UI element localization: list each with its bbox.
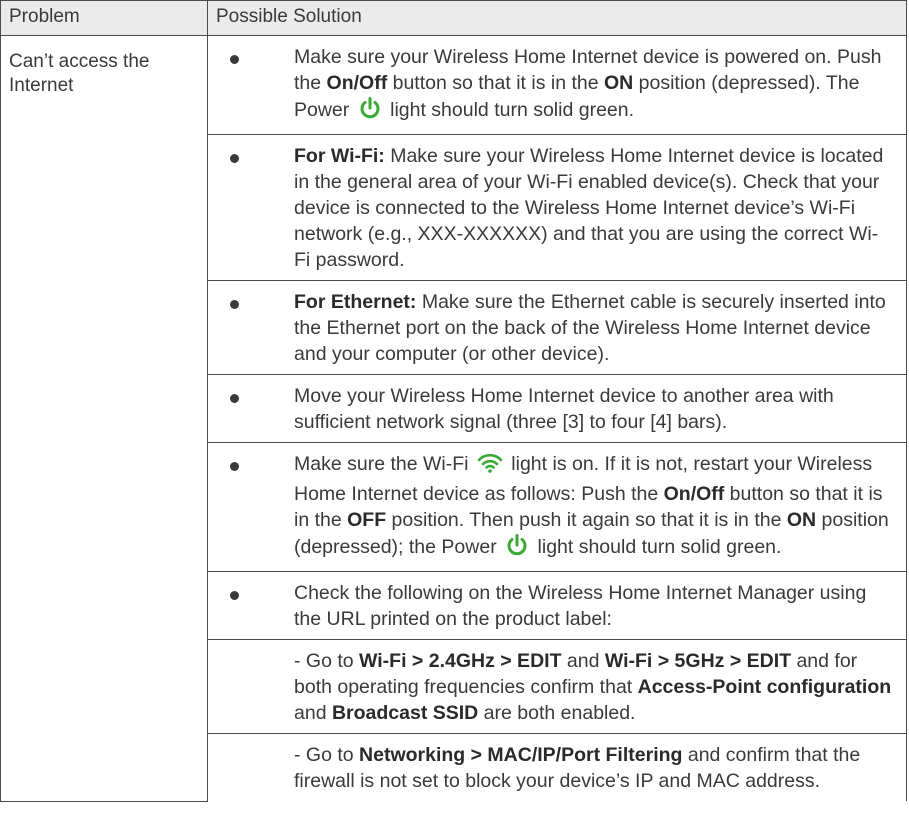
header-problem: Problem <box>0 0 208 36</box>
problem-cell: Can’t access the Internet <box>0 35 208 802</box>
solution-subitem: - Go to Networking > MAC/IP/Port Filteri… <box>208 733 906 801</box>
solution-text: Make sure your Wireless Home Internet de… <box>294 36 892 134</box>
solution-item: For Ethernet: Make sure the Ethernet cab… <box>208 280 906 374</box>
solution-item: Move your Wireless Home Internet device … <box>208 374 906 442</box>
troubleshooting-table: Problem Possible Solution Can’t access t… <box>0 0 907 802</box>
solution-subtext: - Go to Wi-Fi > 2.4GHz > EDIT and Wi-Fi … <box>294 650 892 724</box>
solution-cell: Make sure your Wireless Home Internet de… <box>207 35 907 801</box>
solution-text: For Ethernet: Make sure the Ethernet cab… <box>294 291 886 365</box>
bullet <box>230 462 239 471</box>
bullet <box>230 394 239 403</box>
wifi-icon <box>477 452 503 481</box>
power-icon <box>358 96 382 127</box>
bullet <box>230 55 239 64</box>
solution-item: For Wi-Fi: Make sure your Wireless Home … <box>208 134 906 280</box>
solution-item: Check the following on the Wireless Home… <box>208 571 906 639</box>
solution-item: Make sure your Wireless Home Internet de… <box>208 36 906 134</box>
solution-text: Move your Wireless Home Internet device … <box>294 385 834 433</box>
bullet <box>230 154 239 163</box>
header-solution: Possible Solution <box>207 0 907 36</box>
bullet <box>230 591 239 600</box>
solution-item: Make sure the Wi-Fi light is on. If it i… <box>208 442 906 571</box>
table-row: Can’t access the Internet Make sure your… <box>0 35 907 802</box>
power-icon <box>505 533 529 564</box>
solution-subtext: - Go to Networking > MAC/IP/Port Filteri… <box>294 744 861 792</box>
bullet <box>230 300 239 309</box>
solution-subitem: - Go to Wi-Fi > 2.4GHz > EDIT and Wi-Fi … <box>208 639 906 733</box>
table-header-row: Problem Possible Solution <box>0 0 907 36</box>
solution-text: Make sure the Wi-Fi light is on. If it i… <box>294 443 892 571</box>
solution-text: For Wi-Fi: Make sure your Wireless Home … <box>294 145 884 271</box>
solution-text: Check the following on the Wireless Home… <box>294 582 867 630</box>
